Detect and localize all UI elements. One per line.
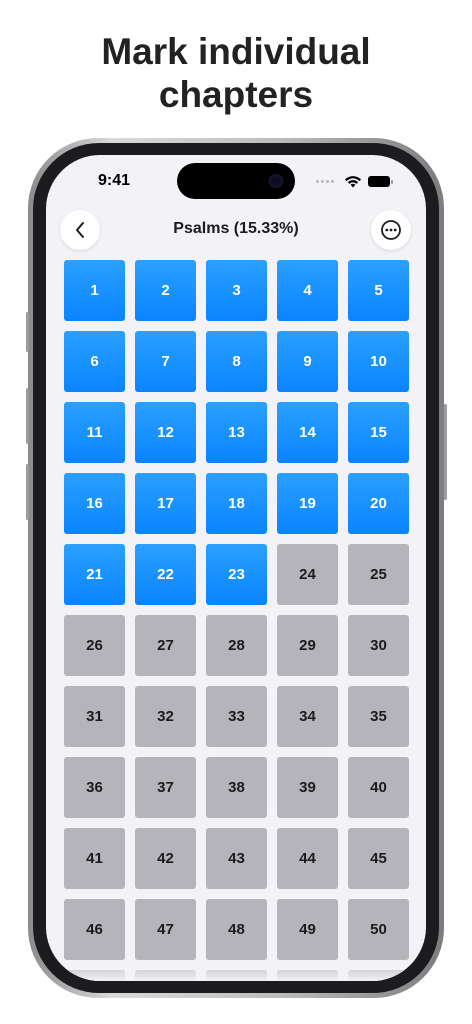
chapter-button-7[interactable]: 7 <box>135 331 196 392</box>
chapter-button-27[interactable]: 27 <box>135 615 196 676</box>
volume-down-button <box>26 464 29 520</box>
chapter-button-6[interactable]: 6 <box>64 331 125 392</box>
chapter-button-39[interactable]: 39 <box>277 757 338 818</box>
wifi-icon <box>345 176 361 188</box>
chapter-button-40[interactable]: 40 <box>348 757 409 818</box>
chapter-button-45[interactable]: 45 <box>348 828 409 889</box>
chapter-button-28[interactable]: 28 <box>206 615 267 676</box>
bottom-fade <box>46 959 426 981</box>
chapter-button-35[interactable]: 35 <box>348 686 409 747</box>
chapter-button-4[interactable]: 4 <box>277 260 338 321</box>
chapter-button-18[interactable]: 18 <box>206 473 267 534</box>
camera-icon <box>269 174 283 188</box>
chapter-button-13[interactable]: 13 <box>206 402 267 463</box>
more-options-button[interactable] <box>371 210 411 250</box>
chapter-button-26[interactable]: 26 <box>64 615 125 676</box>
dynamic-island <box>177 163 295 199</box>
page-title: Psalms (15.33%) <box>173 220 299 237</box>
chapter-button-22[interactable]: 22 <box>135 544 196 605</box>
chapter-button-30[interactable]: 30 <box>348 615 409 676</box>
headline-line-2: chapters <box>158 74 314 115</box>
chapter-button-3[interactable]: 3 <box>206 260 267 321</box>
headline: Mark individual chapters <box>0 30 472 116</box>
chapter-button-10[interactable]: 10 <box>348 331 409 392</box>
phone-screen: 9:41 Psalms (15.33%) 1 2 3 4 5 6 7 8 9 10 11 12 13 14… <box>46 155 426 981</box>
chapter-button-42[interactable]: 42 <box>135 828 196 889</box>
chapter-button-17[interactable]: 17 <box>135 473 196 534</box>
chapter-button-44[interactable]: 44 <box>277 828 338 889</box>
chapter-button-43[interactable]: 43 <box>206 828 267 889</box>
battery-icon <box>368 176 393 187</box>
chapter-button-24[interactable]: 24 <box>277 544 338 605</box>
chapter-button-16[interactable]: 16 <box>64 473 125 534</box>
chapter-button-9[interactable]: 9 <box>277 331 338 392</box>
chapter-button-1[interactable]: 1 <box>64 260 125 321</box>
chapter-button-2[interactable]: 2 <box>135 260 196 321</box>
status-time: 9:41 <box>98 172 131 189</box>
chapter-button-20[interactable]: 20 <box>348 473 409 534</box>
chapter-button-23[interactable]: 23 <box>206 544 267 605</box>
status-indicators <box>300 176 393 188</box>
chapter-button-41[interactable]: 41 <box>64 828 125 889</box>
ellipsis-circle-icon <box>381 220 401 240</box>
chapter-button-25[interactable]: 25 <box>348 544 409 605</box>
chapter-button-36[interactable]: 36 <box>64 757 125 818</box>
headline-line-1: Mark individual <box>101 31 371 72</box>
chapter-button-37[interactable]: 37 <box>135 757 196 818</box>
chapter-button-33[interactable]: 33 <box>206 686 267 747</box>
chapter-button-12[interactable]: 12 <box>135 402 196 463</box>
chapter-button-34[interactable]: 34 <box>277 686 338 747</box>
chapter-button-46[interactable]: 46 <box>64 899 125 960</box>
chapter-button-19[interactable]: 19 <box>277 473 338 534</box>
power-button <box>444 404 447 500</box>
chapter-button-49[interactable]: 49 <box>277 899 338 960</box>
chapter-button-31[interactable]: 31 <box>64 686 125 747</box>
mute-switch <box>26 312 29 352</box>
chapter-button-32[interactable]: 32 <box>135 686 196 747</box>
chapter-button-21[interactable]: 21 <box>64 544 125 605</box>
chapter-button-38[interactable]: 38 <box>206 757 267 818</box>
chapter-button-29[interactable]: 29 <box>277 615 338 676</box>
chapter-button-47[interactable]: 47 <box>135 899 196 960</box>
signal-icon <box>316 180 338 183</box>
chapter-button-5[interactable]: 5 <box>348 260 409 321</box>
chapter-button-8[interactable]: 8 <box>206 331 267 392</box>
chapter-button-15[interactable]: 15 <box>348 402 409 463</box>
chapter-grid: 1 2 3 4 5 6 7 8 9 10 11 12 13 14 15 16 17 18 19 20 21 22 23 24 2… <box>64 260 409 981</box>
chapter-button-48[interactable]: 48 <box>206 899 267 960</box>
chapter-button-50[interactable]: 50 <box>348 899 409 960</box>
chapter-button-11[interactable]: 11 <box>64 402 125 463</box>
volume-up-button <box>26 388 29 444</box>
chapter-button-14[interactable]: 14 <box>277 402 338 463</box>
